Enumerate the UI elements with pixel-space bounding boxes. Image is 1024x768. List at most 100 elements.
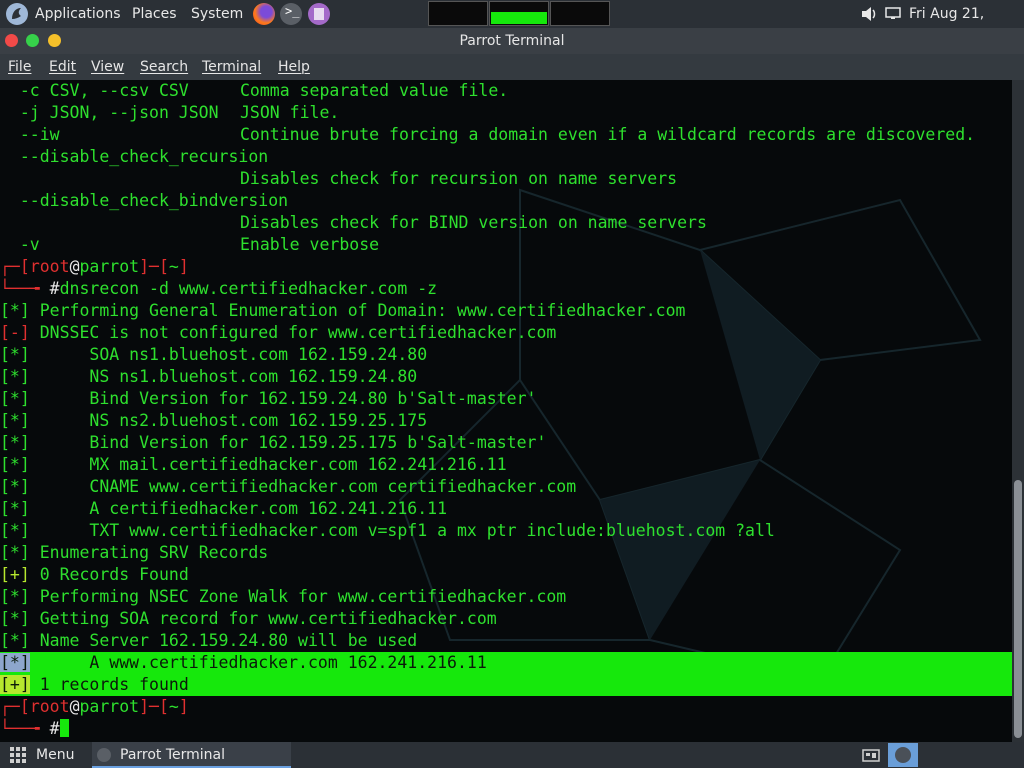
- help-desc: Disables check for recursion on name ser…: [240, 169, 678, 188]
- output-text: Performing NSEC Zone Walk for www.certif…: [29, 587, 567, 606]
- output-line: [*] NS ns2.bluehost.com 162.159.25.175: [0, 410, 1012, 432]
- output-line: [+] 1 records found: [0, 674, 1012, 696]
- menu-button[interactable]: Menu: [36, 742, 74, 768]
- scrollbar-thumb[interactable]: [1014, 480, 1022, 738]
- system-menu[interactable]: System: [191, 0, 243, 28]
- applications-menu[interactable]: Applications: [35, 0, 121, 28]
- terminal-launcher-icon[interactable]: >_: [280, 3, 302, 25]
- menu-view[interactable]: View: [91, 54, 124, 80]
- status-tag: [*]: [0, 521, 30, 540]
- bottom-panel: Menu Parrot Terminal: [0, 742, 1024, 768]
- prompt-line: ┌─[root@parrot]─[~]: [0, 257, 189, 276]
- menu-edit[interactable]: Edit: [49, 54, 76, 80]
- output-line: [*] CNAME www.certifiedhacker.com certif…: [0, 476, 1012, 498]
- status-tag: [*]: [0, 587, 30, 606]
- output-text: A certifiedhacker.com 162.241.216.11: [29, 499, 448, 518]
- output-text: NS ns1.bluehost.com 162.159.24.80: [29, 367, 418, 386]
- close-button[interactable]: [5, 34, 18, 47]
- output-text: Enumerating SRV Records: [29, 543, 269, 562]
- taskbar-item-label: Parrot Terminal: [120, 747, 226, 763]
- workspace-1[interactable]: [428, 1, 488, 26]
- status-tag: [*]: [0, 433, 30, 452]
- minimize-button[interactable]: [48, 34, 61, 47]
- notes-app-icon[interactable]: [308, 3, 330, 25]
- prompt-line: ┌─[root@parrot]─[~]: [0, 697, 189, 716]
- output-text: Name Server 162.159.24.80 will be used: [29, 631, 418, 650]
- status-tag: [*]: [0, 609, 30, 628]
- help-desc: JSON file.: [240, 103, 340, 122]
- input-line[interactable]: └──╼ #: [0, 718, 1012, 740]
- status-tag: [*]: [0, 367, 30, 386]
- help-desc: Continue brute forcing a domain even if …: [240, 125, 976, 144]
- output-text: MX mail.certifiedhacker.com 162.241.216.…: [29, 455, 507, 474]
- help-desc: Enable verbose: [240, 235, 380, 254]
- command-text: dnsrecon -d www.certifiedhacker.com -z: [59, 279, 438, 298]
- screenshot-tray-icon[interactable]: [862, 747, 880, 763]
- terminal-scrollbar[interactable]: [1012, 80, 1024, 742]
- help-line: --disable_check_recursion: [0, 147, 269, 166]
- status-tag: [*]: [0, 411, 30, 430]
- output-line: [+] 0 Records Found: [0, 564, 1012, 586]
- workspace-2[interactable]: [489, 1, 549, 26]
- status-tag: [+]: [0, 675, 30, 694]
- output-text: A www.certifiedhacker.com 162.241.216.11: [29, 653, 487, 672]
- menu-terminal[interactable]: Terminal: [202, 54, 261, 80]
- status-tag: [*]: [0, 345, 30, 364]
- taskbar-item-terminal[interactable]: Parrot Terminal: [92, 742, 291, 768]
- volume-icon[interactable]: [860, 4, 878, 24]
- status-tag: [*]: [0, 301, 30, 320]
- terminal-tray-icon[interactable]: [888, 743, 918, 767]
- status-tag: [-]: [0, 323, 30, 342]
- status-tag: [*]: [0, 543, 30, 562]
- output-text: Bind Version for 162.159.24.80 b'Salt-ma…: [29, 389, 537, 408]
- top-panel: Applications Places System >_ Fri Aug 21…: [0, 0, 1024, 50]
- text-cursor: [59, 719, 69, 737]
- status-tag: [*]: [0, 499, 30, 518]
- output-line: [*] Bind Version for 162.159.25.175 b'Sa…: [0, 432, 1012, 454]
- output-line: [*] MX mail.certifiedhacker.com 162.241.…: [0, 454, 1012, 476]
- status-tag: [*]: [0, 477, 30, 496]
- status-tag: [+]: [0, 565, 30, 584]
- parrot-logo-icon[interactable]: [6, 3, 28, 25]
- output-text: Bind Version for 162.159.25.175 b'Salt-m…: [29, 433, 547, 452]
- menu-help[interactable]: Help: [278, 54, 310, 80]
- output-text: 1 records found: [29, 675, 189, 694]
- output-line: [-] DNSSEC is not configured for www.cer…: [0, 322, 1012, 344]
- output-text: DNSSEC is not configured for www.certifi…: [29, 323, 557, 342]
- places-menu[interactable]: Places: [132, 0, 177, 28]
- firefox-icon[interactable]: [253, 3, 275, 25]
- window-titlebar[interactable]: Parrot Terminal: [0, 28, 1024, 54]
- help-desc: Comma separated value file.: [240, 81, 509, 100]
- workspace-3[interactable]: [550, 1, 610, 26]
- output-line: [*] TXT www.certifiedhacker.com v=spf1 a…: [0, 520, 1012, 542]
- output-line: [*] Performing General Enumeration of Do…: [0, 300, 1012, 322]
- output-line: [*] Enumerating SRV Records: [0, 542, 1012, 564]
- menu-search[interactable]: Search: [140, 54, 188, 80]
- maximize-button[interactable]: [26, 34, 39, 47]
- command-line: └──╼ #dnsrecon -d www.certifiedhacker.co…: [0, 279, 438, 298]
- display-icon[interactable]: [885, 7, 901, 20]
- menu-file[interactable]: File: [8, 54, 31, 80]
- status-tag: [*]: [0, 389, 30, 408]
- terminal-task-icon: [97, 748, 111, 762]
- output-line: [*] A www.certifiedhacker.com 162.241.21…: [0, 652, 1012, 674]
- output-text: SOA ns1.bluehost.com 162.159.24.80: [29, 345, 428, 364]
- clock[interactable]: Fri Aug 21, 02:29: [909, 0, 1024, 50]
- output-line: [*] Performing NSEC Zone Walk for www.ce…: [0, 586, 1012, 608]
- window-title: Parrot Terminal: [459, 33, 565, 49]
- output-line: [*] Name Server 162.159.24.80 will be us…: [0, 630, 1012, 652]
- menubar: File Edit View Search Terminal Help: [0, 54, 1024, 80]
- output-text: 0 Records Found: [29, 565, 189, 584]
- terminal-area[interactable]: -c CSV, --csv CSV Comma separated value …: [0, 80, 1012, 742]
- output-line: [*] Getting SOA record for www.certified…: [0, 608, 1012, 630]
- help-line: --disable_check_bindversion: [0, 191, 289, 210]
- output-line: [*] NS ns1.bluehost.com 162.159.24.80: [0, 366, 1012, 388]
- output-text: Performing General Enumeration of Domain…: [29, 301, 686, 320]
- output-text: Getting SOA record for www.certifiedhack…: [29, 609, 497, 628]
- output-text: NS ns2.bluehost.com 162.159.25.175: [29, 411, 428, 430]
- output-line: [*] Bind Version for 162.159.24.80 b'Sal…: [0, 388, 1012, 410]
- status-tag: [*]: [0, 653, 30, 672]
- status-tag: [*]: [0, 455, 30, 474]
- app-grid-icon[interactable]: [10, 747, 26, 763]
- help-desc: Disables check for BIND version on name …: [240, 213, 707, 232]
